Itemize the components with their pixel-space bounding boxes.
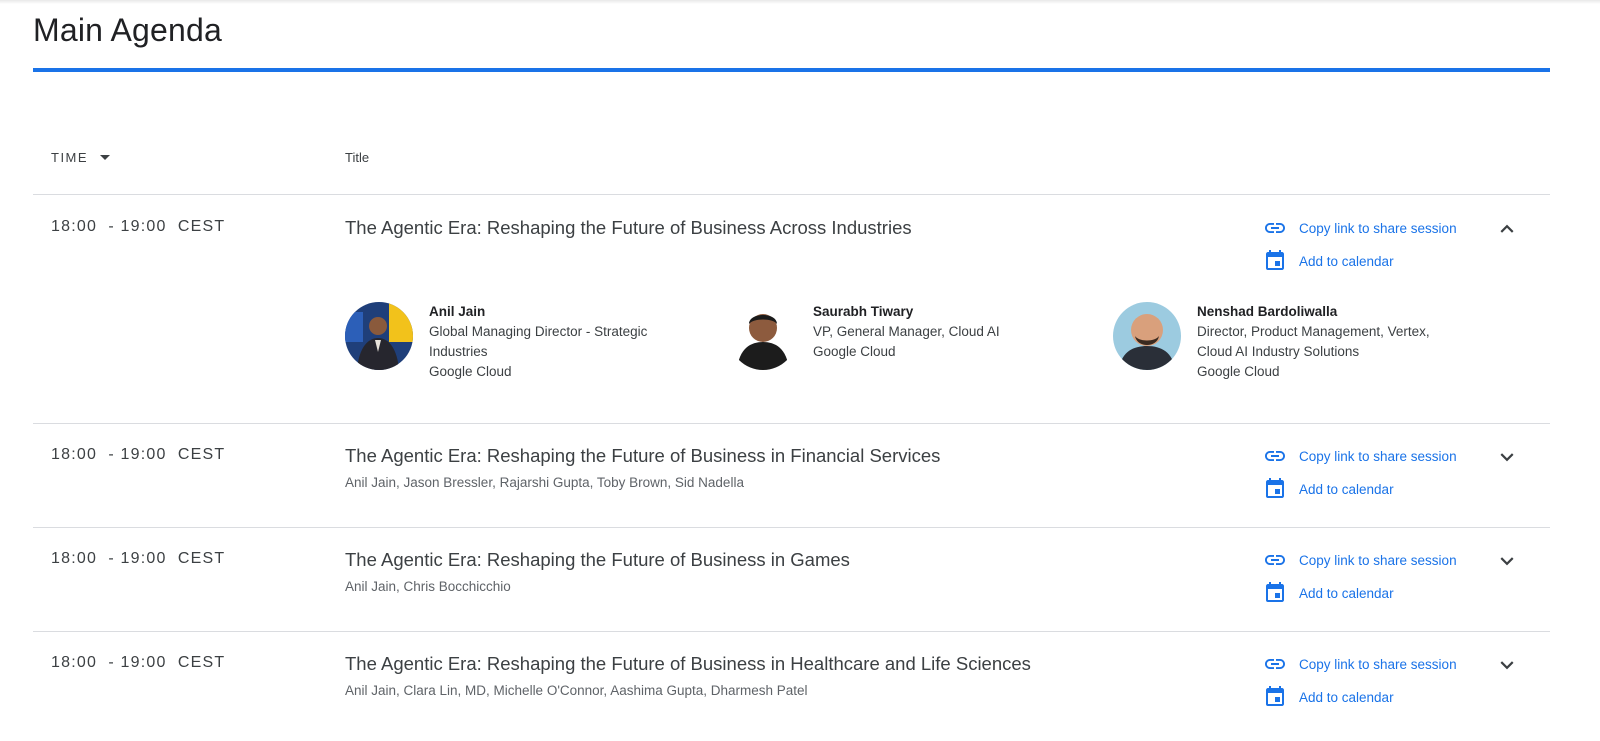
add-to-calendar-button[interactable]: Add to calendar <box>1263 477 1394 501</box>
title-column-header: Title <box>345 150 370 165</box>
time-header-label: TIME <box>51 150 89 165</box>
copy-link-button[interactable]: Copy link to share session <box>1263 652 1457 676</box>
link-icon <box>1263 548 1287 572</box>
calendar-icon <box>1263 249 1287 273</box>
speaker-role: Global Managing Director - Strategic <box>429 324 648 339</box>
copy-link-button[interactable]: Copy link to share session <box>1263 216 1457 240</box>
session-speakers: Anil Jain, Jason Bressler, Rajarshi Gupt… <box>345 475 744 490</box>
calendar-icon <box>1263 581 1287 605</box>
table-header: TIME Title <box>33 140 1550 195</box>
session-title[interactable]: The Agentic Era: Reshaping the Future of… <box>345 217 912 239</box>
page-title: Main Agenda <box>33 12 223 48</box>
session-row: 18:00 - 19:00 CEST The Agentic Era: Resh… <box>33 424 1550 528</box>
session-title[interactable]: The Agentic Era: Reshaping the Future of… <box>345 549 850 571</box>
avatar <box>1113 302 1181 370</box>
add-to-calendar-button[interactable]: Add to calendar <box>1263 249 1394 273</box>
speaker-role-cont: Industries <box>429 344 488 359</box>
top-shadow <box>0 0 1600 4</box>
session-time: 18:00 - 19:00 CEST <box>51 446 226 463</box>
sort-down-icon <box>100 155 111 160</box>
add-calendar-label: Add to calendar <box>1299 481 1394 497</box>
avatar <box>345 302 413 370</box>
session-title[interactable]: The Agentic Era: Reshaping the Future of… <box>345 653 1031 675</box>
copy-link-label: Copy link to share session <box>1299 552 1457 568</box>
session-row: 18:00 - 19:00 CEST The Agentic Era: Resh… <box>33 528 1550 632</box>
title-underline <box>33 68 1550 72</box>
speaker-card[interactable]: Anil Jain Global Managing Director - Str… <box>345 302 647 382</box>
chevron-up-icon <box>1500 224 1514 233</box>
chevron-down-icon <box>1500 453 1514 462</box>
session-row: 18:00 - 19:00 CEST The Agentic Era: Resh… <box>33 632 1550 741</box>
speaker-name: Nenshad Bardoliwalla <box>1197 304 1338 319</box>
speaker-name: Anil Jain <box>429 304 486 319</box>
avatar <box>729 302 797 370</box>
add-to-calendar-button[interactable]: Add to calendar <box>1263 685 1394 709</box>
chevron-down-icon <box>1500 661 1514 670</box>
speaker-info: Saurabh Tiwary VP, General Manager, Clou… <box>813 302 1000 370</box>
copy-link-button[interactable]: Copy link to share session <box>1263 548 1457 572</box>
copy-link-button[interactable]: Copy link to share session <box>1263 444 1457 468</box>
session-time: 18:00 - 19:00 CEST <box>51 550 226 567</box>
add-calendar-label: Add to calendar <box>1299 689 1394 705</box>
session-time: 18:00 - 19:00 CEST <box>51 218 226 235</box>
session-speakers: Anil Jain, Chris Bocchicchio <box>345 579 511 594</box>
add-calendar-label: Add to calendar <box>1299 585 1394 601</box>
session-time: 18:00 - 19:00 CEST <box>51 654 226 671</box>
expand-button[interactable] <box>1494 548 1520 574</box>
expand-button[interactable] <box>1494 652 1520 678</box>
collapse-button[interactable] <box>1494 216 1520 242</box>
session-speakers: Anil Jain, Clara Lin, MD, Michelle O'Con… <box>345 683 808 698</box>
copy-link-label: Copy link to share session <box>1299 656 1457 672</box>
speaker-role: Director, Product Management, Vertex, <box>1197 324 1430 339</box>
copy-link-label: Copy link to share session <box>1299 448 1457 464</box>
link-icon <box>1263 216 1287 240</box>
speaker-card[interactable]: Saurabh Tiwary VP, General Manager, Clou… <box>729 302 1000 370</box>
speaker-role-cont: Cloud AI Industry Solutions <box>1197 344 1360 359</box>
link-icon <box>1263 444 1287 468</box>
speaker-role: VP, General Manager, Cloud AI <box>813 324 1000 339</box>
expand-button[interactable] <box>1494 444 1520 470</box>
speaker-name: Saurabh Tiwary <box>813 304 914 319</box>
speaker-info: Anil Jain Global Managing Director - Str… <box>429 302 647 382</box>
speaker-company: Google Cloud <box>813 344 896 359</box>
session-title[interactable]: The Agentic Era: Reshaping the Future of… <box>345 445 940 467</box>
link-icon <box>1263 652 1287 676</box>
speaker-company: Google Cloud <box>429 364 512 379</box>
calendar-icon <box>1263 685 1287 709</box>
time-column-header[interactable]: TIME <box>51 150 111 165</box>
add-to-calendar-button[interactable]: Add to calendar <box>1263 581 1394 605</box>
chevron-down-icon <box>1500 557 1514 566</box>
speaker-card[interactable]: Nenshad Bardoliwalla Director, Product M… <box>1113 302 1430 382</box>
calendar-icon <box>1263 477 1287 501</box>
add-calendar-label: Add to calendar <box>1299 253 1394 269</box>
speaker-info: Nenshad Bardoliwalla Director, Product M… <box>1197 302 1430 382</box>
copy-link-label: Copy link to share session <box>1299 220 1457 236</box>
speaker-company: Google Cloud <box>1197 364 1280 379</box>
session-row: 18:00 - 19:00 CEST The Agentic Era: Resh… <box>33 196 1550 424</box>
